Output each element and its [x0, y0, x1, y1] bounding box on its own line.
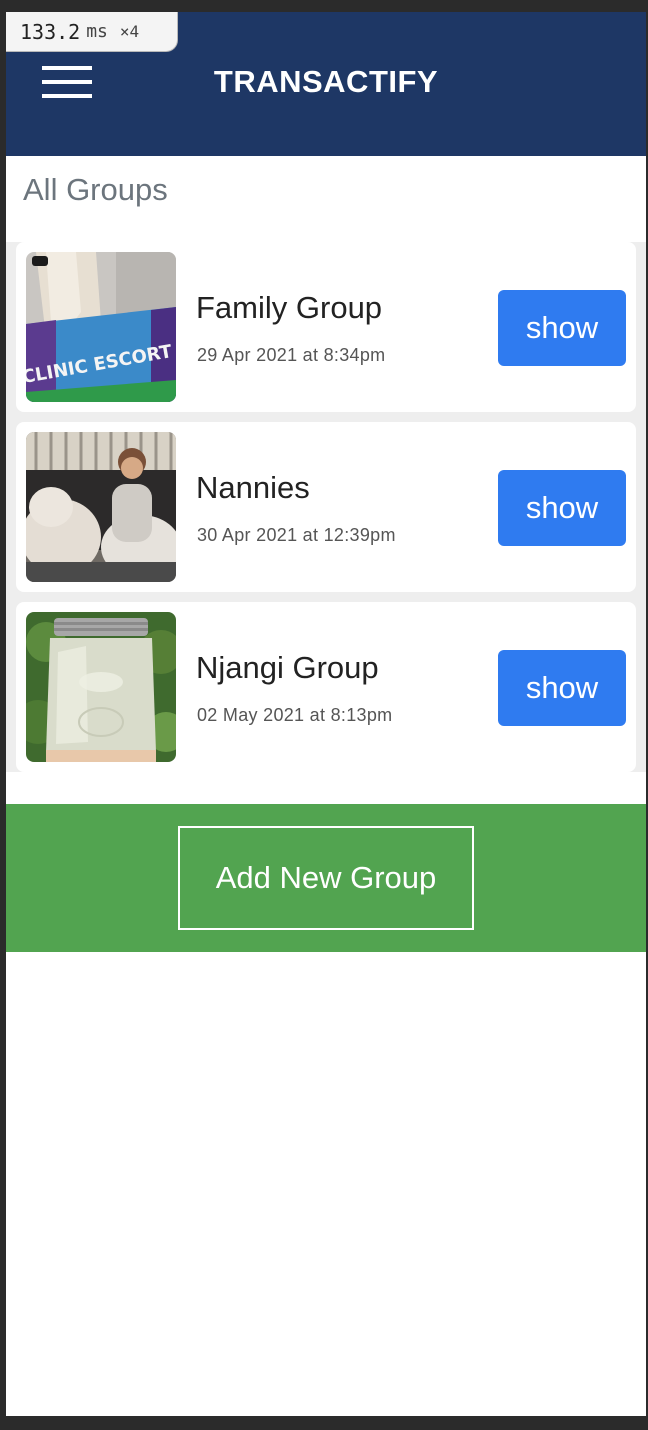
- cpu-throttle-multiplier: ×4: [119, 22, 140, 41]
- group-card-family: CLINIC ESCORT Family Group 29 Apr 2021 a…: [16, 242, 636, 412]
- show-group-button[interactable]: show: [498, 290, 626, 366]
- group-name: Nannies: [196, 470, 310, 505]
- group-name: Family Group: [196, 290, 383, 325]
- group-created-date: 29 Apr 2021 at 8:34pm: [197, 345, 386, 365]
- add-group-section: Add New Group: [6, 804, 646, 952]
- group-name: Njangi Group: [196, 650, 379, 685]
- show-group-button[interactable]: show: [498, 650, 626, 726]
- group-card-nannies: Nannies 30 Apr 2021 at 12:39pm show: [16, 422, 636, 592]
- group-list: CLINIC ESCORT Family Group 29 Apr 2021 a…: [6, 242, 646, 772]
- group-created-date: 30 Apr 2021 at 12:39pm: [197, 525, 396, 545]
- group-avatar-image: [26, 612, 176, 762]
- group-created-date: 02 May 2021 at 8:13pm: [197, 705, 393, 725]
- group-avatar-image: [26, 432, 176, 582]
- group-avatar-image: CLINIC ESCORT: [26, 252, 176, 402]
- group-card-njangi: Njangi Group 02 May 2021 at 8:13pm show: [16, 602, 636, 772]
- app-brand-title: TRANSACTIFY: [213, 64, 439, 99]
- app-viewport: TRANSACTIFY All Groups CLINIC ESCORT Fam…: [6, 12, 646, 1416]
- performance-badge: 133.2 ms ×4: [6, 12, 178, 52]
- show-group-button[interactable]: show: [498, 470, 626, 546]
- frame-time-value: 133.2: [20, 19, 81, 44]
- add-new-group-button[interactable]: Add New Group: [178, 826, 474, 930]
- frame-time-unit: ms: [86, 21, 108, 42]
- page-title: All Groups: [23, 172, 168, 207]
